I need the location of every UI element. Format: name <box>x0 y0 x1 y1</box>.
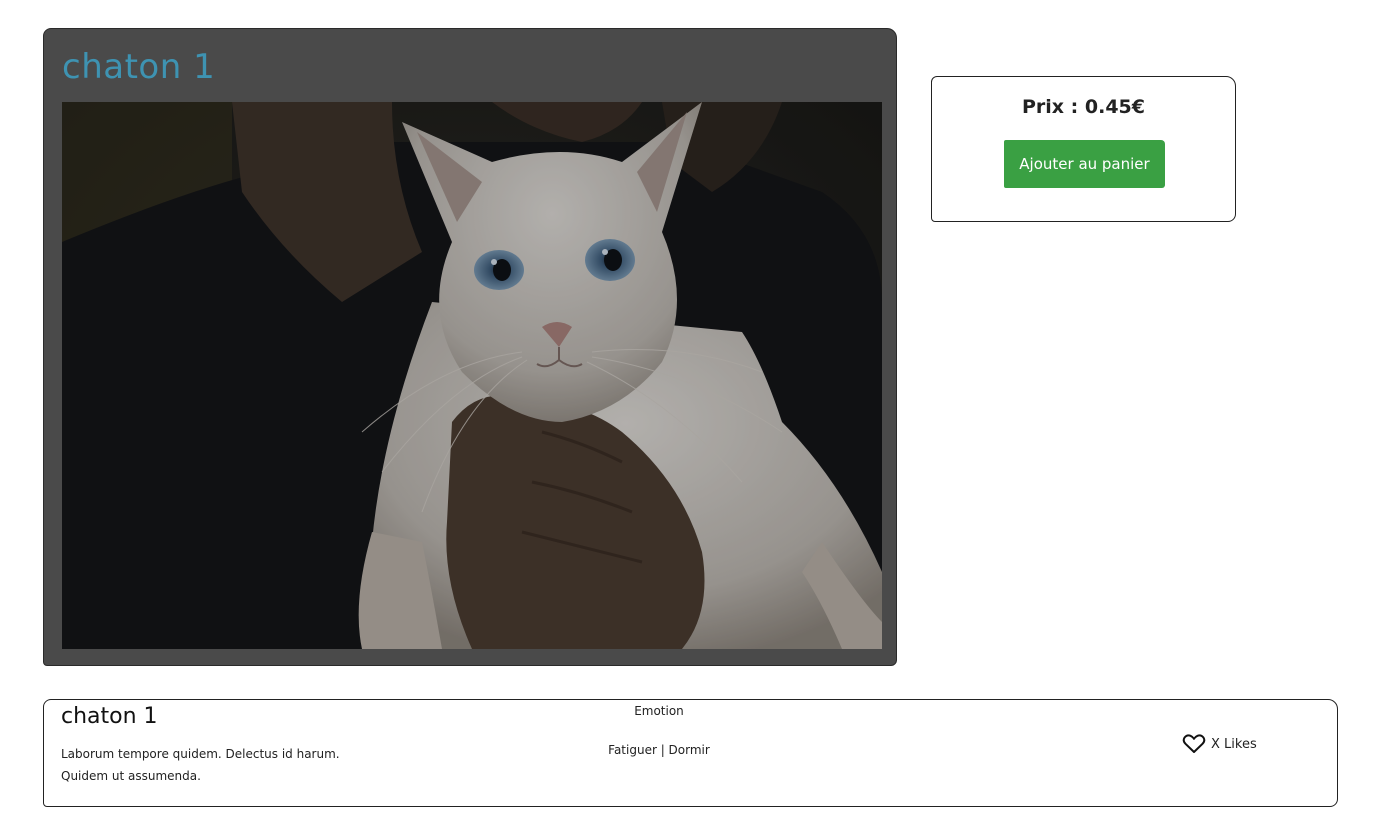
info-name: chaton 1 <box>61 704 158 729</box>
info-description: Laborum tempore quidem. Delectus id haru… <box>61 747 340 783</box>
like-button[interactable]: X Likes <box>1182 734 1257 754</box>
cat-photo-illustration <box>62 102 882 649</box>
likes-count-label: X Likes <box>1211 736 1257 752</box>
emotion-label: Emotion <box>634 704 684 718</box>
add-to-cart-button[interactable]: Ajouter au panier <box>1004 140 1165 188</box>
info-bar: chaton 1 Laborum tempore quidem. Delectu… <box>43 699 1338 807</box>
heart-icon[interactable] <box>1182 734 1206 754</box>
purchase-box: Prix : 0.45€ Ajouter au panier <box>931 76 1236 222</box>
product-card: chaton 1 <box>43 28 897 666</box>
product-title: chaton 1 <box>62 47 216 87</box>
cat-photo <box>62 102 882 649</box>
price-label: Prix : 0.45€ <box>1022 96 1145 118</box>
emotion-tags: Fatiguer | Dormir <box>608 743 710 757</box>
